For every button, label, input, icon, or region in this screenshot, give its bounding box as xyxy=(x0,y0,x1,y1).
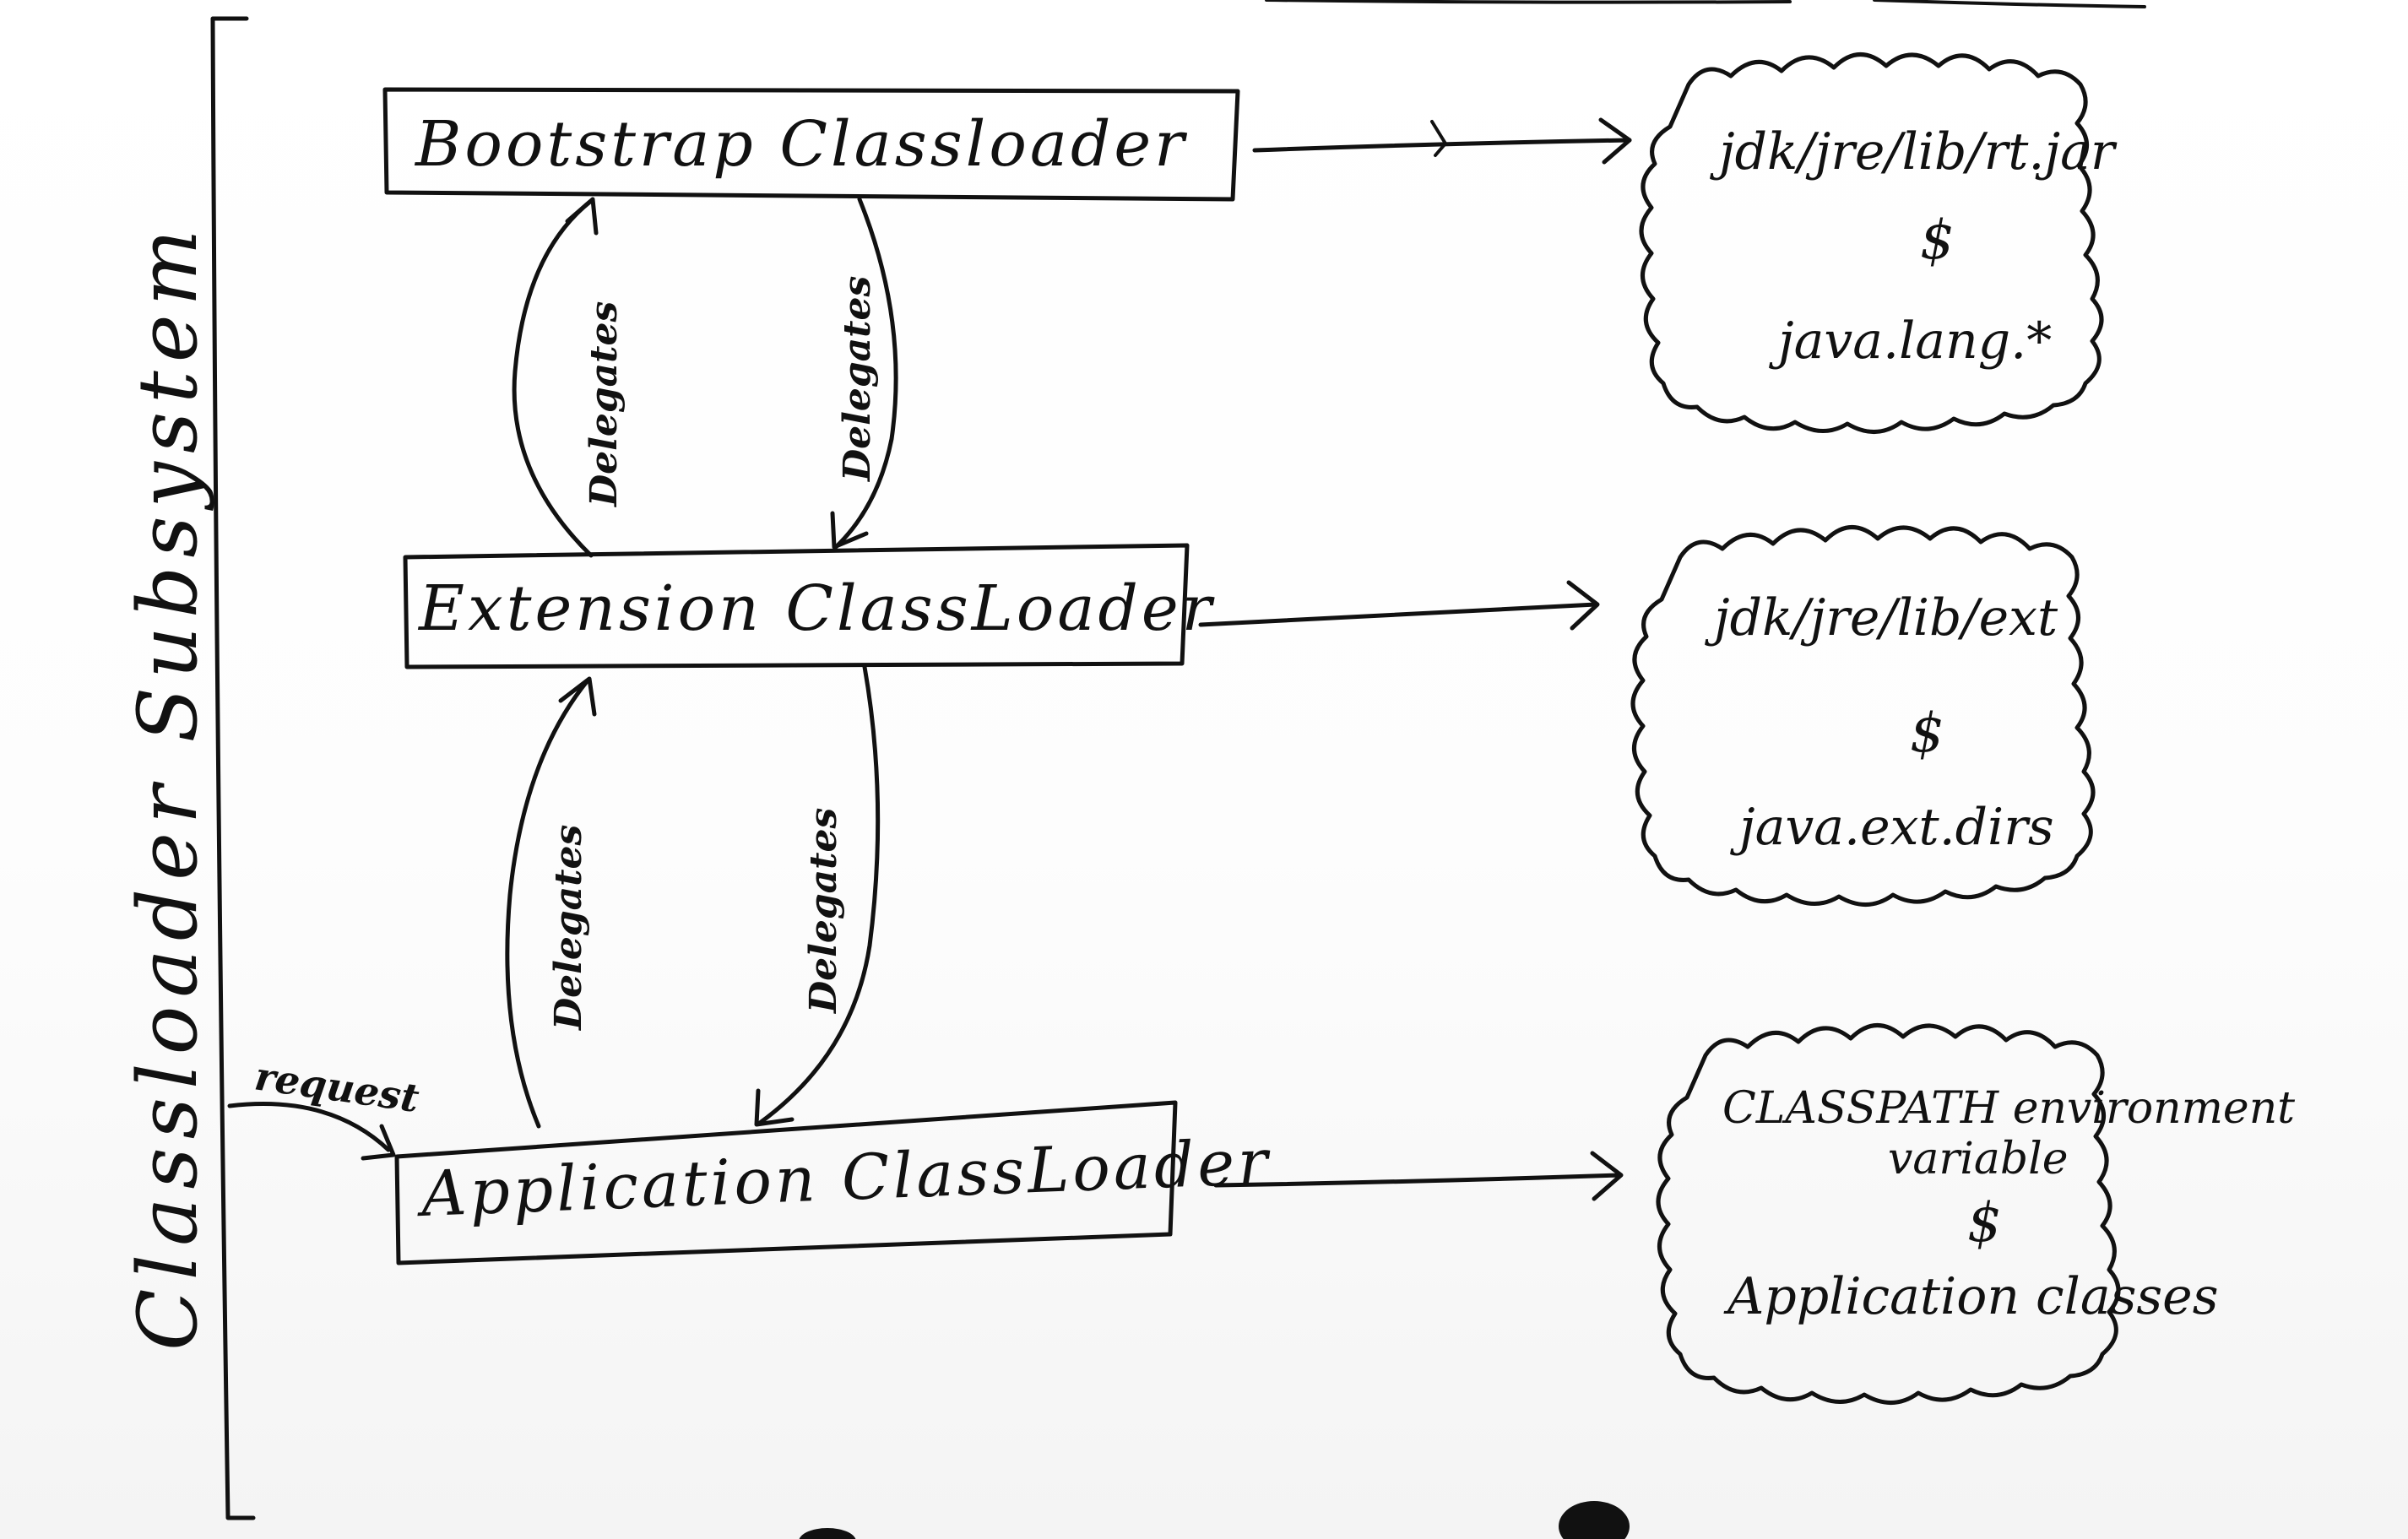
subsystem-label: Classloader Subsystem xyxy=(121,220,215,1351)
arrow-extension-to-ext xyxy=(1198,602,1598,627)
delegates-label-2: Delegates xyxy=(836,276,879,483)
cloud-outline-rtjar xyxy=(1639,52,2104,434)
ink-blot-right xyxy=(1559,1501,1630,1539)
cloud-outline-classpath xyxy=(1656,1023,2121,1405)
classpath-separator: $ xyxy=(1967,1192,2002,1255)
delegation-arc-ext-to-boot xyxy=(512,198,594,558)
rtjar-path: jdk/jre/lib/rt.jar xyxy=(1710,122,2118,182)
java-lang-package: java.lang.* xyxy=(1769,312,2052,371)
arrow-application-to-classpath xyxy=(1213,1173,1622,1188)
source-cloud-ext: jdk/jre/lib/ext $ java.ext.dirs xyxy=(1630,525,2096,907)
ext-separator: $ xyxy=(1910,702,1944,765)
extension-classloader-box: Extension ClassLoader xyxy=(403,543,1216,669)
classpath-env-var-line2: variable xyxy=(1888,1134,2069,1184)
source-cloud-classpath: CLASSPATH environment variable $ Applica… xyxy=(1656,1023,2295,1405)
application-classes: Application classes xyxy=(1723,1267,2218,1326)
delegates-label-1: Delegates xyxy=(583,301,626,508)
bootstrap-classloader-box: Bootstrap Classloader xyxy=(382,87,1240,202)
classpath-env-var-line1: CLASSPATH environment xyxy=(1722,1083,2295,1134)
ext-path: jdk/jre/lib/ext xyxy=(1705,588,2058,648)
application-classloader-box: Application ClassLoader xyxy=(394,1100,1272,1265)
subsystem-bracket xyxy=(210,16,256,1520)
delegates-label-4: Delegates xyxy=(802,808,845,1015)
rtjar-separator: $ xyxy=(1920,209,1955,272)
request-label: request xyxy=(252,1053,421,1121)
stray-mark-top xyxy=(1265,0,2146,8)
stray-tick-bootstrap-arrow xyxy=(1430,120,1447,157)
application-classloader-label: Application ClassLoader xyxy=(415,1125,1272,1231)
source-cloud-rtjar: jdk/jre/lib/rt.jar $ java.lang.* xyxy=(1639,52,2118,434)
java-ext-dirs: java.ext.dirs xyxy=(1730,798,2054,857)
delegation-arrowhead-ext-to-boot xyxy=(565,197,599,236)
delegates-label-3: Delegates xyxy=(547,825,590,1032)
extension-classloader-label: Extension ClassLoader xyxy=(417,572,1216,645)
bootstrap-classloader-label: Bootstrap Classloader xyxy=(414,108,1188,181)
classloader-diagram: Classloader Subsystem Bootstrap Classloa… xyxy=(121,0,2295,1539)
ink-blot-left xyxy=(799,1528,856,1539)
